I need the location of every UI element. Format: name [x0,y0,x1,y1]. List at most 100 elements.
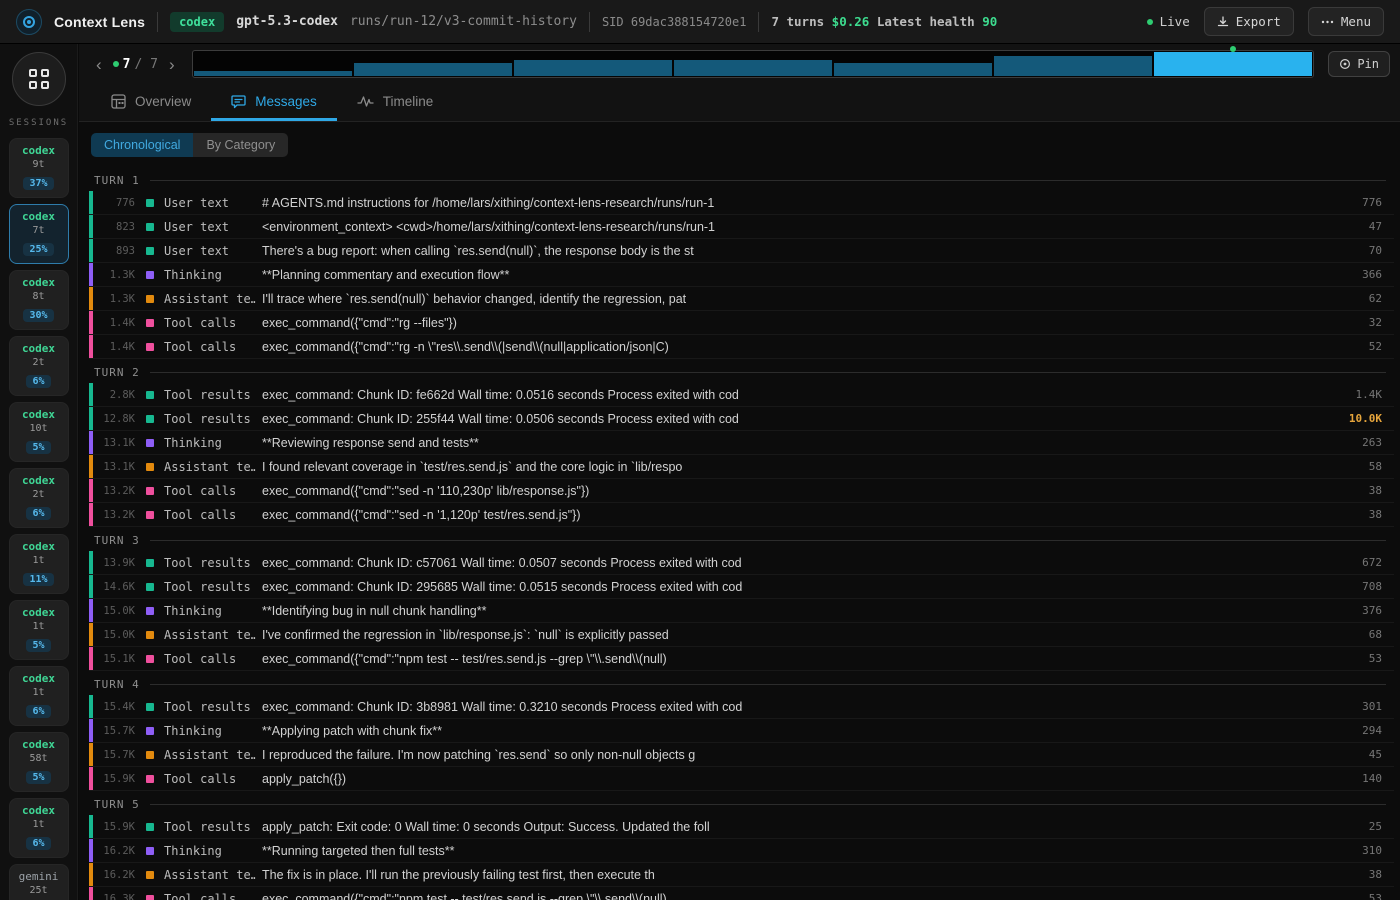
message-kind-square-icon [146,391,154,399]
message-row[interactable]: 1.4K Tool calls exec_command({"cmd":"rg … [89,335,1394,359]
message-row[interactable]: 15.4K Tool results exec_command: Chunk I… [89,695,1394,719]
session-card[interactable]: codex 9t 37% [9,138,69,198]
message-type-label: Tool results [164,388,256,402]
message-preview: exec_command: Chunk ID: 295685 Wall time… [262,580,1350,594]
session-card[interactable]: codex 8t 30% [9,270,69,330]
token-offset: 16.2K [93,869,135,881]
message-row[interactable]: 823 User text <environment_context> <cwd… [89,215,1394,239]
turn-bar-segment-fill [994,56,1152,76]
message-row[interactable]: 16.2K Thinking **Running targeted then f… [89,839,1394,863]
token-offset: 16.2K [93,845,135,857]
message-row[interactable]: 2.8K Tool results exec_command: Chunk ID… [89,383,1394,407]
session-card[interactable]: codex 58t 5% [9,732,69,792]
session-context-pct-badge: 5% [10,635,68,653]
message-kind-square-icon [146,415,154,423]
session-card[interactable]: codex 2t 6% [9,468,69,528]
session-card[interactable]: codex 1t 6% [9,666,69,726]
message-preview: I've confirmed the regression in `lib/re… [262,628,1357,642]
message-row[interactable]: 13.2K Tool calls exec_command({"cmd":"se… [89,503,1394,527]
message-type-label: Assistant te… [164,628,256,642]
turn-bar-segment[interactable] [1154,52,1312,76]
token-offset: 15.0K [93,605,135,617]
cost-value: $0.26 [832,14,870,29]
session-card[interactable]: codex 7t 25% [9,204,69,264]
turn-bar-segment[interactable] [514,52,672,76]
message-row[interactable]: 893 User text There's a bug report: when… [89,239,1394,263]
message-kind-square-icon [146,655,154,663]
session-card[interactable]: codex 1t 5% [9,600,69,660]
message-row[interactable]: 12.8K Tool results exec_command: Chunk I… [89,407,1394,431]
next-turn-button[interactable]: › [164,56,180,73]
token-offset: 13.9K [93,557,135,569]
turn-bar-segment[interactable] [834,52,992,76]
message-row[interactable]: 15.7K Assistant te… I reproduced the fai… [89,743,1394,767]
turn-label: TURN 3 [89,534,140,547]
message-row[interactable]: 13.9K Tool results exec_command: Chunk I… [89,551,1394,575]
session-turns-label: 1t [10,687,68,698]
tab-timeline[interactable]: Timeline [337,84,454,121]
turn-bar-segment[interactable] [994,52,1152,76]
turn-bar-segment[interactable] [674,52,832,76]
message-row[interactable]: 16.2K Assistant te… The fix is in place.… [89,863,1394,887]
toggle-chronological[interactable]: Chronological [91,133,193,157]
session-stats: 7 turns $0.26 Latest health 90 [771,14,997,29]
message-row[interactable]: 15.0K Assistant te… I've confirmed the r… [89,623,1394,647]
token-offset: 14.6K [93,581,135,593]
message-row[interactable]: 15.0K Thinking **Identifying bug in null… [89,599,1394,623]
message-preview: # AGENTS.md instructions for /home/lars/… [262,196,1350,210]
message-token-count: 310 [1362,844,1382,857]
message-row[interactable]: 776 User text # AGENTS.md instructions f… [89,191,1394,215]
prev-turn-button[interactable]: ‹ [91,56,107,73]
message-row[interactable]: 15.7K Thinking **Applying patch with chu… [89,719,1394,743]
message-type-label: Tool calls [164,484,256,498]
session-card[interactable]: gemini 25t 10% [9,864,69,900]
ellipsis-icon [1321,20,1334,24]
session-card[interactable]: codex 1t 11% [9,534,69,594]
tab-messages[interactable]: Messages [211,84,337,121]
message-row[interactable]: 15.9K Tool results apply_patch: Exit cod… [89,815,1394,839]
message-row[interactable]: 1.3K Thinking **Planning commentary and … [89,263,1394,287]
message-type-label: Thinking [164,268,256,282]
toggle-by-category[interactable]: By Category [193,133,288,157]
message-type-label: Thinking [164,844,256,858]
message-token-count: 366 [1362,268,1382,281]
turn-header: TURN 2 [89,362,1394,382]
message-row[interactable]: 13.1K Assistant te… I found relevant cov… [89,455,1394,479]
current-turn-number: 7 [123,57,131,72]
message-row[interactable]: 14.6K Tool results exec_command: Chunk I… [89,575,1394,599]
message-type-label: Tool calls [164,772,256,786]
message-token-count: 1.4K [1356,388,1383,401]
overview-grid-icon [111,94,126,109]
message-kind-square-icon [146,871,154,879]
message-type-label: Thinking [164,436,256,450]
session-context-pct-badge: 11% [10,569,68,587]
message-preview: <environment_context> <cwd>/home/lars/xi… [262,220,1357,234]
message-kind-square-icon [146,343,154,351]
message-type-label: Assistant te… [164,460,256,474]
message-row[interactable]: 13.2K Tool calls exec_command({"cmd":"se… [89,479,1394,503]
message-row[interactable]: 15.1K Tool calls exec_command({"cmd":"np… [89,647,1394,671]
workspace-avatar[interactable] [12,52,66,106]
session-card[interactable]: codex 2t 6% [9,336,69,396]
message-row[interactable]: 1.3K Assistant te… I'll trace where `res… [89,287,1394,311]
message-row[interactable]: 16.3K Tool calls exec_command({"cmd":"np… [89,887,1394,900]
session-card[interactable]: codex 1t 6% [9,798,69,858]
message-type-label: Thinking [164,724,256,738]
message-preview: exec_command: Chunk ID: c57061 Wall time… [262,556,1350,570]
message-token-count: 294 [1362,724,1382,737]
menu-button[interactable]: Menu [1308,7,1384,36]
export-button[interactable]: Export [1204,7,1294,36]
turn-bar-segment[interactable] [354,52,512,76]
message-row[interactable]: 13.1K Thinking **Reviewing response send… [89,431,1394,455]
message-row[interactable]: 1.4K Tool calls exec_command({"cmd":"rg … [89,311,1394,335]
token-offset: 13.1K [93,437,135,449]
message-type-label: User text [164,220,256,234]
message-preview: apply_patch({}) [262,772,1350,786]
tab-overview[interactable]: Overview [91,84,211,121]
message-row[interactable]: 15.9K Tool calls apply_patch({}) 140 [89,767,1394,791]
message-preview: exec_command({"cmd":"rg --files"}) [262,316,1357,330]
session-card[interactable]: codex 10t 5% [9,402,69,462]
divider [157,12,158,32]
turn-bar-segment[interactable] [194,52,352,76]
pin-button[interactable]: Pin [1328,51,1390,77]
